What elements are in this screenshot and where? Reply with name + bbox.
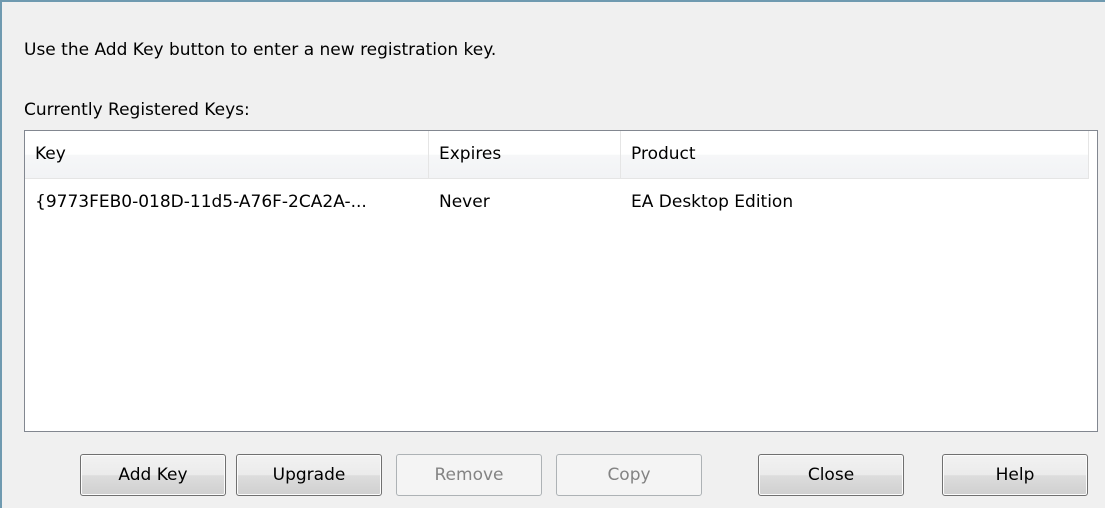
registered-keys-label: Currently Registered Keys: [24,100,250,120]
column-header-product[interactable]: Product [621,131,1089,178]
column-header-expires[interactable]: Expires [429,131,621,178]
help-button[interactable]: Help [942,454,1088,496]
instruction-text: Use the Add Key button to enter a new re… [24,40,497,60]
upgrade-button[interactable]: Upgrade [236,454,382,496]
list-header: Key Expires Product [25,131,1089,179]
registration-keys-dialog: Use the Add Key button to enter a new re… [0,0,1105,508]
product-cell: EA Desktop Edition [631,192,794,212]
key-cell: {9773FEB0-018D-11d5-A76F-2CA2A-... [35,192,367,212]
copy-button[interactable]: Copy [556,454,702,496]
add-key-button[interactable]: Add Key [80,454,226,496]
column-header-key[interactable]: Key [25,131,429,178]
list-row[interactable]: {9773FEB0-018D-11d5-A76F-2CA2A-... Never… [25,179,1089,225]
registered-keys-list[interactable]: Key Expires Product {9773FEB0-018D-11d5-… [24,130,1098,432]
remove-button[interactable]: Remove [396,454,542,496]
expires-cell: Never [439,192,490,212]
close-button[interactable]: Close [758,454,904,496]
